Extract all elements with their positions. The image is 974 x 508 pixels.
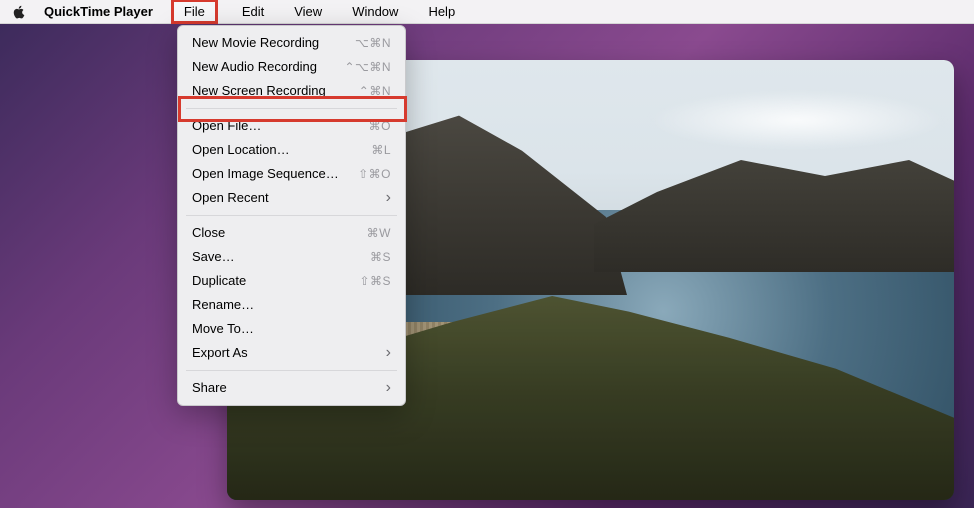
menu-open-image-sequence[interactable]: Open Image Sequence… ⇧⌘O: [178, 162, 405, 186]
menu-item-label: Open File…: [192, 117, 261, 135]
menu-shortcut: ⌘W: [367, 224, 391, 242]
menu-item-label: Export As: [192, 344, 386, 362]
apple-logo-icon[interactable]: [12, 5, 26, 19]
menu-export-as[interactable]: Export As: [178, 341, 405, 365]
menu-open-file[interactable]: Open File… ⌘O: [178, 114, 405, 138]
menu-separator: [186, 370, 397, 371]
menu-help[interactable]: Help: [422, 1, 461, 22]
menu-rename[interactable]: Rename…: [178, 293, 405, 317]
menu-shortcut: ⇧⌘S: [359, 272, 391, 290]
menu-shortcut: ⌥⌘N: [355, 34, 391, 52]
menu-shortcut: ⌃⌘N: [359, 82, 391, 100]
file-dropdown: New Movie Recording ⌥⌘N New Audio Record…: [177, 25, 406, 406]
menu-new-screen[interactable]: New Screen Recording ⌃⌘N: [178, 79, 405, 103]
app-name[interactable]: QuickTime Player: [44, 4, 153, 19]
menu-save[interactable]: Save… ⌘S: [178, 245, 405, 269]
menu-shortcut: ⇧⌘O: [358, 165, 391, 183]
menu-new-audio[interactable]: New Audio Recording ⌃⌥⌘N: [178, 55, 405, 79]
menu-shortcut: ⌘S: [370, 248, 391, 266]
menu-item-label: Open Image Sequence…: [192, 165, 339, 183]
menu-item-label: Duplicate: [192, 272, 246, 290]
menu-separator: [186, 108, 397, 109]
menu-duplicate[interactable]: Duplicate ⇧⌘S: [178, 269, 405, 293]
menu-shortcut: ⌘L: [371, 141, 391, 159]
menu-item-label: Close: [192, 224, 225, 242]
menu-move-to[interactable]: Move To…: [178, 317, 405, 341]
menu-item-label: Move To…: [192, 320, 254, 338]
menu-item-label: New Screen Recording: [192, 82, 326, 100]
menu-shortcut: ⌘O: [369, 117, 391, 135]
menu-shortcut: ⌃⌥⌘N: [344, 58, 391, 76]
menu-open-recent[interactable]: Open Recent: [178, 186, 405, 210]
menu-item-label: Rename…: [192, 296, 254, 314]
menu-item-label: New Audio Recording: [192, 58, 317, 76]
menu-item-label: Open Recent: [192, 189, 386, 207]
menu-item-label: Share: [192, 379, 386, 397]
menu-open-location[interactable]: Open Location… ⌘L: [178, 138, 405, 162]
menu-item-label: Save…: [192, 248, 235, 266]
menu-edit[interactable]: Edit: [236, 1, 270, 22]
menu-file[interactable]: File: [171, 0, 218, 24]
menu-window[interactable]: Window: [346, 1, 404, 22]
menubar: QuickTime Player File Edit View Window H…: [0, 0, 974, 24]
menu-share[interactable]: Share: [178, 376, 405, 400]
menu-close[interactable]: Close ⌘W: [178, 221, 405, 245]
menu-new-movie[interactable]: New Movie Recording ⌥⌘N: [178, 31, 405, 55]
menu-item-label: Open Location…: [192, 141, 290, 159]
menu-item-label: New Movie Recording: [192, 34, 319, 52]
menu-separator: [186, 215, 397, 216]
menu-view[interactable]: View: [288, 1, 328, 22]
